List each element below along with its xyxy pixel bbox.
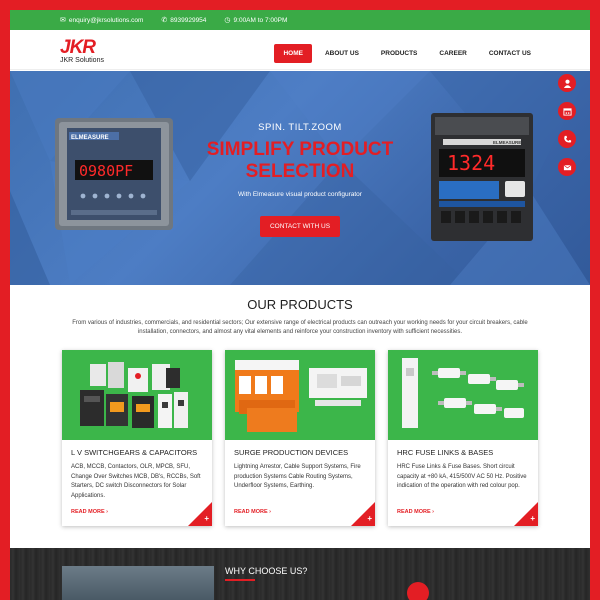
product-card-surge[interactable]: SURGE PRODUCTION DEVICES Lightning Arres…: [225, 350, 375, 526]
switchgears-image: [62, 350, 212, 440]
phone-icon: [563, 135, 571, 142]
product-card-fuse[interactable]: HRC FUSE LINKS & BASES HRC Fuse Links & …: [388, 350, 538, 526]
nav-about-us[interactable]: ABOUT US: [316, 44, 368, 63]
hero-description: With Elmeasure visual product configurat…: [238, 191, 362, 198]
clock-icon: ◷: [224, 17, 231, 24]
read-more-text: READ MORE: [234, 509, 268, 515]
nav-products[interactable]: PRODUCTS: [372, 44, 426, 63]
read-more-link[interactable]: READ MORE ›: [397, 509, 434, 515]
plus-icon[interactable]: +: [530, 514, 535, 523]
topbar-hours: ◷ 9:00AM to 7:00PM: [224, 16, 288, 25]
topbar-hours-text: 9:00AM to 7:00PM: [233, 16, 288, 24]
product-card-desc: HRC Fuse Links & Fuse Bases. Short circu…: [397, 464, 527, 489]
logo-mark: JKR: [60, 37, 96, 58]
read-more-text: READ MORE: [397, 509, 431, 515]
nav-career[interactable]: CAREER: [430, 44, 475, 63]
why-choose-us-image: [62, 566, 214, 600]
products-intro: From various of industries, commercials,…: [72, 320, 528, 335]
product-card-switchgears[interactable]: L V SWITCHGEARS & CAPACITORS ACB, MCCB, …: [62, 350, 212, 526]
topbar-email-text: enquiry@jkrsolutions.com: [68, 16, 144, 24]
contact-with-us-button[interactable]: CONTACT WITH US: [260, 216, 340, 237]
surge-devices-image: [225, 350, 375, 440]
topbar-phone-text: 8939929954: [170, 16, 207, 24]
product-card-title: HRC FUSE LINKS & BASES: [397, 448, 494, 457]
top-contact-bar: ✉ enquiry@jkrsolutions.com ✆ 8939929954 …: [10, 10, 590, 30]
nav-contact-us[interactable]: CONTACT US: [480, 44, 540, 63]
title-underline: [225, 579, 255, 581]
read-more-text: READ MORE: [71, 509, 105, 515]
product-card-title: L V SWITCHGEARS & CAPACITORS: [71, 448, 198, 457]
main-nav: HOME ABOUT US PRODUCTS CAREER CONTACT US: [274, 44, 540, 63]
plus-icon[interactable]: +: [367, 514, 372, 523]
topbar-email[interactable]: ✉ enquiry@jkrsolutions.com: [60, 16, 144, 25]
hero-subtitle: SPIN. TILT.ZOOM: [258, 122, 342, 133]
read-more-link[interactable]: READ MORE ›: [234, 509, 271, 515]
mail-icon: [563, 164, 571, 170]
hero-title-line-1: SIMPLIFY PRODUCT: [206, 139, 394, 160]
red-circle-decoration: [407, 582, 429, 600]
envelope-icon: ✉: [60, 17, 66, 24]
chevron-right-icon: ›: [269, 509, 271, 515]
topbar-phone[interactable]: ✆ 8939929954: [161, 16, 207, 25]
products-heading: OUR PRODUCTS: [247, 297, 353, 312]
plus-icon[interactable]: +: [204, 514, 209, 523]
side-user-button[interactable]: [558, 74, 576, 92]
hero-title: SIMPLIFY PRODUCT SELECTION: [10, 139, 590, 183]
hero-title-line-2: SELECTION: [245, 161, 355, 182]
chevron-right-icon: ›: [106, 509, 108, 515]
page-frame: ✉ enquiry@jkrsolutions.com ✆ 8939929954 …: [10, 10, 590, 600]
user-icon: [563, 79, 571, 88]
product-card-title: SURGE PRODUCTION DEVICES: [234, 448, 349, 457]
fuse-links-image: [388, 350, 538, 440]
why-choose-us-title: WHY CHOOSE US?: [225, 566, 308, 576]
site-header: JKR JKR Solutions HOME ABOUT US PRODUCTS…: [10, 30, 590, 70]
read-more-link[interactable]: READ MORE ›: [71, 509, 108, 515]
logo-subtitle: JKR Solutions: [60, 57, 104, 64]
calendar-icon: [562, 107, 572, 116]
side-phone-button[interactable]: [558, 130, 576, 148]
chevron-right-icon: ›: [432, 509, 434, 515]
product-card-desc: Lightning Arrestor, Cable Support System…: [234, 464, 361, 489]
phone-icon: ✆: [161, 17, 168, 24]
side-calendar-button[interactable]: [558, 102, 576, 120]
nav-home[interactable]: HOME: [274, 44, 312, 63]
logo[interactable]: JKR JKR Solutions: [60, 37, 110, 66]
side-mail-button[interactable]: [558, 158, 576, 176]
product-card-desc: ACB, MCCB, Contactors, OLR, MPCB, SFU, C…: [71, 464, 201, 499]
hero-banner: ELMEASURE 0980PF ELMEASURE 1324 SPIN. TI…: [10, 71, 590, 285]
